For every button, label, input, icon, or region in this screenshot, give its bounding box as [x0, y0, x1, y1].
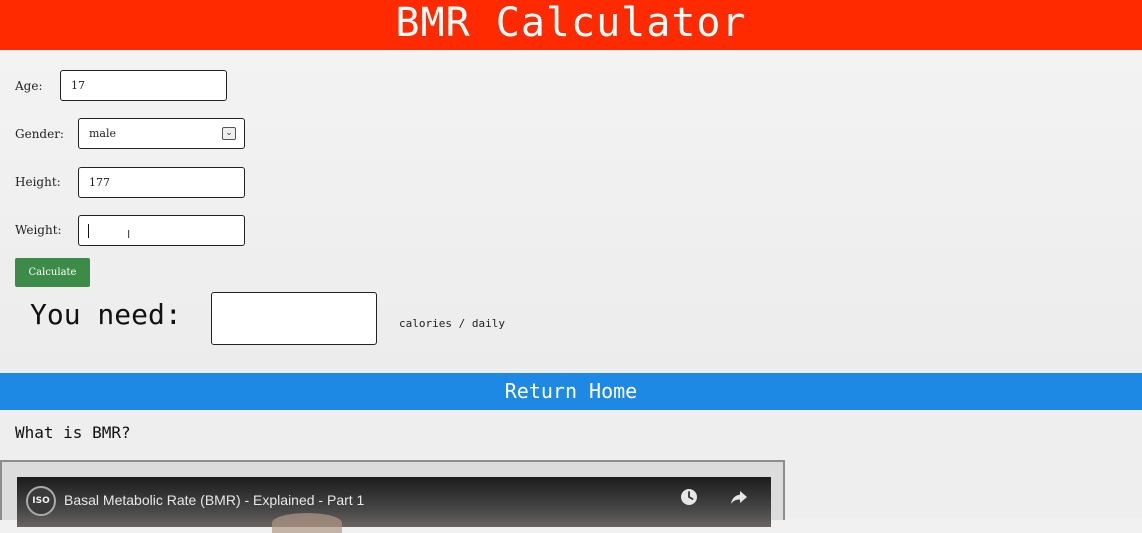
share-icon[interactable] — [729, 487, 749, 507]
info-section: What is BMR? ISO Basal Metabolic Rate (B… — [0, 410, 1142, 533]
return-home-label: Return Home — [504, 379, 638, 403]
height-label: Height: — [15, 175, 61, 189]
return-home-link[interactable]: Return Home — [0, 373, 1142, 410]
age-input[interactable]: 17 — [60, 70, 227, 101]
result-output — [211, 292, 377, 345]
result-unit: calories / daily — [399, 317, 505, 330]
video-thumbnail — [272, 513, 342, 533]
bmr-form: Age: 17 Gender: male ⌄ Height: 177 Weigh… — [0, 50, 1142, 373]
section-title: What is BMR? — [15, 423, 131, 442]
text-caret — [88, 224, 89, 238]
clock-icon[interactable] — [679, 487, 699, 507]
height-value: 177 — [89, 176, 110, 189]
gender-label: Gender: — [15, 127, 64, 141]
height-input[interactable]: 177 — [78, 167, 245, 198]
page-header: BMR Calculator — [0, 0, 1142, 50]
chevron-down-icon[interactable]: ⌄ — [222, 127, 236, 140]
weight-label: Weight: — [15, 223, 62, 237]
page-title: BMR Calculator — [395, 0, 747, 46]
age-label: Age: — [15, 79, 43, 93]
channel-logo[interactable]: ISO — [26, 486, 56, 516]
video-player[interactable]: ISO Basal Metabolic Rate (BMR) - Explain… — [17, 477, 771, 533]
gender-value: male — [89, 127, 117, 140]
age-value: 17 — [71, 79, 85, 92]
result-label: You need: — [30, 298, 182, 331]
video-embed-frame: ISO Basal Metabolic Rate (BMR) - Explain… — [0, 460, 785, 533]
video-title[interactable]: Basal Metabolic Rate (BMR) - Explained -… — [64, 492, 364, 508]
calculate-button[interactable]: Calculate — [15, 258, 90, 287]
gender-select[interactable]: male ⌄ — [78, 118, 245, 149]
i-beam-cursor-icon: I — [127, 228, 131, 241]
weight-input[interactable]: I — [78, 215, 245, 246]
